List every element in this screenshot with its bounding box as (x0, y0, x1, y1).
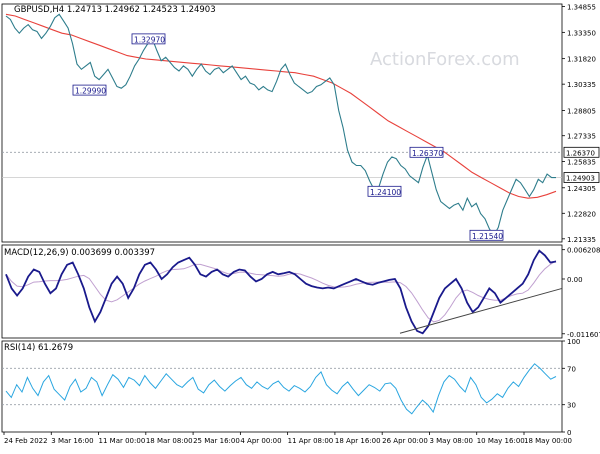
price-y-tick-label: 1.34855 (567, 3, 596, 11)
price-y-tick-label: 1.27335 (567, 133, 596, 141)
rsi-y-tick-label: 70 (567, 365, 576, 373)
x-axis-tick-label: 3 Mar 16:00 (51, 437, 93, 445)
price-y-tick-label: 1.22820 (567, 210, 596, 218)
price-y-tick-label: 1.25835 (567, 158, 596, 166)
price-callout-label: 1.32970 (134, 35, 165, 44)
price-callout-label: 1.29990 (75, 87, 106, 96)
macd-line (5, 249, 557, 335)
x-axis-tick-label: 3 May 08:00 (429, 437, 473, 445)
price-y-tick-label: 1.33350 (567, 29, 596, 37)
x-axis-tick-label: 26 Apr 00:00 (382, 437, 428, 445)
x-axis-tick-label: 11 Apr 08:00 (288, 437, 334, 445)
rsi-header: RSI(14) 61.2679 (4, 343, 73, 353)
x-axis-tick-label: 10 May 16:00 (477, 437, 525, 445)
x-axis-tick-label: 24 Feb 2022 (4, 437, 48, 445)
chart-svg: ActionForex.com GBPUSD,H4 1.24713 1.2496… (1, 3, 600, 445)
rsi-panel (2, 363, 562, 415)
price-y-tick-label: 1.31820 (567, 56, 596, 64)
price-y-tick-label: 1.28805 (567, 107, 596, 115)
watermark-text: ActionForex.com (370, 49, 520, 70)
macd-header: MACD(12,26,9) 0.003699 0.003397 (4, 248, 155, 258)
chart-figure: ActionForex.com GBPUSD,H4 1.24713 1.2496… (0, 0, 600, 450)
macd-y-tick-label: 0.00 (567, 276, 583, 284)
price-level-tag-label: 1.26370 (566, 149, 595, 157)
x-axis-tick-label: 18 May 00:00 (524, 437, 572, 445)
macd-trendline (399, 287, 563, 334)
x-axis-tick-label: 11 Mar 00:00 (99, 437, 146, 445)
moving-average-line (5, 13, 557, 199)
rsi-y-tick-label: 30 (567, 402, 576, 410)
price-y-tick-label: 1.24305 (567, 185, 596, 193)
price-callout-label: 1.24100 (370, 188, 401, 197)
panel-frame-1 (1, 244, 563, 339)
price-callout-label: 1.21540 (472, 232, 503, 241)
price-level-tag-label: 1.24903 (566, 175, 595, 183)
panel-frame-2 (1, 340, 563, 433)
price-y-tick-label: 1.21335 (567, 236, 596, 244)
rsi-line (5, 363, 557, 415)
rsi-y-tick-label: 0 (567, 429, 571, 437)
x-axis-tick-label: 18 Mar 08:00 (146, 437, 193, 445)
macd-panel (5, 249, 563, 335)
x-axis-tick-label: 4 Apr 00:00 (240, 437, 281, 445)
symbol-header: GBPUSD,H4 1.24713 1.24962 1.24523 1.2490… (14, 5, 216, 15)
price-callout-label: 1.26370 (412, 149, 443, 158)
x-axis-tick-label: 18 Apr 16:00 (335, 437, 381, 445)
price-y-tick-label: 1.30335 (567, 81, 596, 89)
rsi-y-tick-label: 100 (567, 338, 580, 346)
price-series-line (5, 13, 556, 237)
x-axis-tick-label: 25 Mar 16:00 (193, 437, 240, 445)
macd-y-tick-label: 0.006208 (567, 247, 600, 255)
